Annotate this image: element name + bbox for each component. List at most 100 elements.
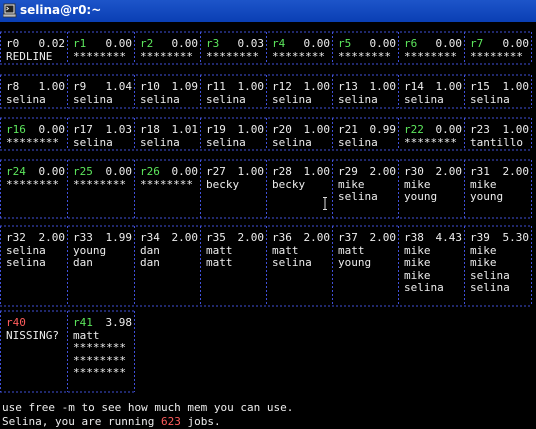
node-user: selina	[470, 92, 510, 106]
node-user: selina	[338, 135, 378, 149]
node-cell: r10 1.09 selina	[140, 80, 198, 106]
node-cell: r22 0.00 ********	[404, 123, 463, 149]
node-load: 1.00	[369, 80, 397, 93]
node-id: r34	[140, 231, 160, 244]
node-user: ********	[140, 177, 193, 191]
node-id: r0	[6, 37, 20, 50]
node-cell: r12 1.00 selina	[272, 80, 330, 106]
node-cell: r25 0.00 ********	[73, 165, 133, 191]
node-id: r23	[470, 123, 490, 136]
node-load: 0.00	[171, 37, 199, 50]
node-user: becky	[206, 177, 240, 191]
node-user: ********	[338, 49, 391, 63]
node-id: r22	[404, 123, 424, 136]
node-load: 1.00	[502, 123, 530, 136]
text-cursor-icon	[323, 197, 327, 210]
window-title: selina@r0:~	[20, 3, 102, 17]
node-load: 2.00	[435, 165, 463, 178]
node-load: 0.00	[435, 123, 463, 136]
node-load: 1.00	[502, 80, 530, 93]
node-load: 2.00	[502, 165, 530, 178]
node-cell: r18 1.01 selina	[140, 123, 198, 149]
node-user: selina	[140, 135, 180, 149]
node-id: r41	[73, 316, 93, 329]
node-cell: r7 0.00 ********	[470, 37, 530, 63]
job-count-value: 623	[160, 415, 181, 428]
node-cell: r3 0.03 ********	[206, 37, 265, 63]
node-id: r18	[140, 123, 160, 136]
node-user: young	[470, 190, 504, 203]
node-user: ********	[140, 49, 193, 63]
node-id: r9	[73, 80, 87, 93]
terminal-area[interactable]: r0 0.02 REDLINE r1 0.00 ******** r2 0.00 *******…	[0, 22, 536, 429]
node-load: 1.04	[105, 80, 133, 93]
node-load: 2.00	[171, 231, 199, 244]
node-user: selina	[338, 92, 378, 106]
node-cell: r31 2.00 mike young	[470, 165, 530, 204]
node-load: 0.99	[369, 123, 397, 136]
node-user: selina	[206, 135, 246, 149]
node-cell: r16 0.00 ********	[6, 123, 66, 149]
node-load: 0.02	[38, 37, 66, 50]
node-id: r25	[73, 165, 93, 178]
node-load: 0.00	[435, 37, 463, 50]
node-id: r19	[206, 123, 226, 136]
node-cell: r1 0.00 ********	[73, 37, 132, 63]
window-titlebar[interactable]: selina@r0:~	[0, 0, 536, 23]
node-load: 0.03	[237, 37, 265, 50]
node-user: dan	[140, 256, 160, 269]
node-load: 0.00	[38, 123, 66, 136]
node-cell: r20 1.00 selina	[272, 123, 330, 149]
job-count-message: Selina, you are running 623 jobs.	[2, 415, 221, 428]
node-user: selina	[6, 92, 46, 106]
node-user: ********	[6, 135, 59, 149]
node-load: 2.00	[369, 231, 397, 244]
node-user: young	[338, 256, 372, 269]
node-cell: r34 2.00 dan dan	[140, 231, 199, 270]
node-user: ********	[73, 49, 126, 63]
node-cell: r11 1.00 selina	[206, 80, 265, 106]
node-user: selina	[272, 256, 312, 269]
node-id: r4	[272, 37, 286, 50]
node-id: r15	[470, 80, 490, 93]
node-user: ********	[73, 366, 126, 379]
node-id: r12	[272, 80, 292, 93]
node-load: 2.00	[237, 231, 265, 244]
node-load: 1.00	[237, 80, 265, 93]
node-id: r26	[140, 165, 160, 178]
node-cell: r28 1.00 becky	[272, 165, 330, 191]
node-id: r40	[6, 316, 26, 329]
node-cell: r27 1.00 becky	[206, 165, 265, 191]
node-id: r24	[6, 165, 26, 178]
node-load: 1.00	[38, 80, 66, 93]
node-load: 1.99	[105, 231, 133, 244]
node-load: 4.43	[435, 231, 463, 244]
node-load: 3.98	[105, 316, 133, 329]
node-id: r1	[73, 37, 87, 50]
node-load: 0.00	[38, 165, 66, 178]
node-id: r27	[206, 165, 226, 178]
node-id: r5	[338, 37, 352, 50]
node-cell: r35 2.00 matt matt	[206, 231, 265, 270]
node-id: r16	[6, 123, 26, 136]
node-load: 0.00	[502, 37, 530, 50]
node-user: ********	[6, 177, 59, 191]
node-id: r10	[140, 80, 160, 93]
node-id: r13	[338, 80, 358, 93]
node-load: 5.30	[502, 231, 530, 244]
node-cell: r15 1.00 selina	[470, 80, 530, 106]
node-cell: r23 1.00 tantillo	[470, 123, 530, 149]
node-user: selina	[404, 92, 444, 106]
node-user: NISSING?	[6, 328, 59, 342]
node-load: 1.00	[435, 80, 463, 93]
node-user: selina	[338, 190, 378, 203]
node-cell: r30 2.00 mike young	[404, 165, 463, 204]
node-id: r17	[73, 123, 93, 136]
node-cell: r29 2.00 mike selina	[338, 165, 396, 204]
node-load: 1.00	[237, 165, 265, 178]
node-cell: r4 0.00 ********	[272, 37, 330, 63]
node-user: ********	[272, 49, 325, 63]
node-cell: r13 1.00 selina	[338, 80, 397, 106]
node-load: 0.00	[105, 165, 133, 178]
node-user: young	[404, 190, 438, 203]
